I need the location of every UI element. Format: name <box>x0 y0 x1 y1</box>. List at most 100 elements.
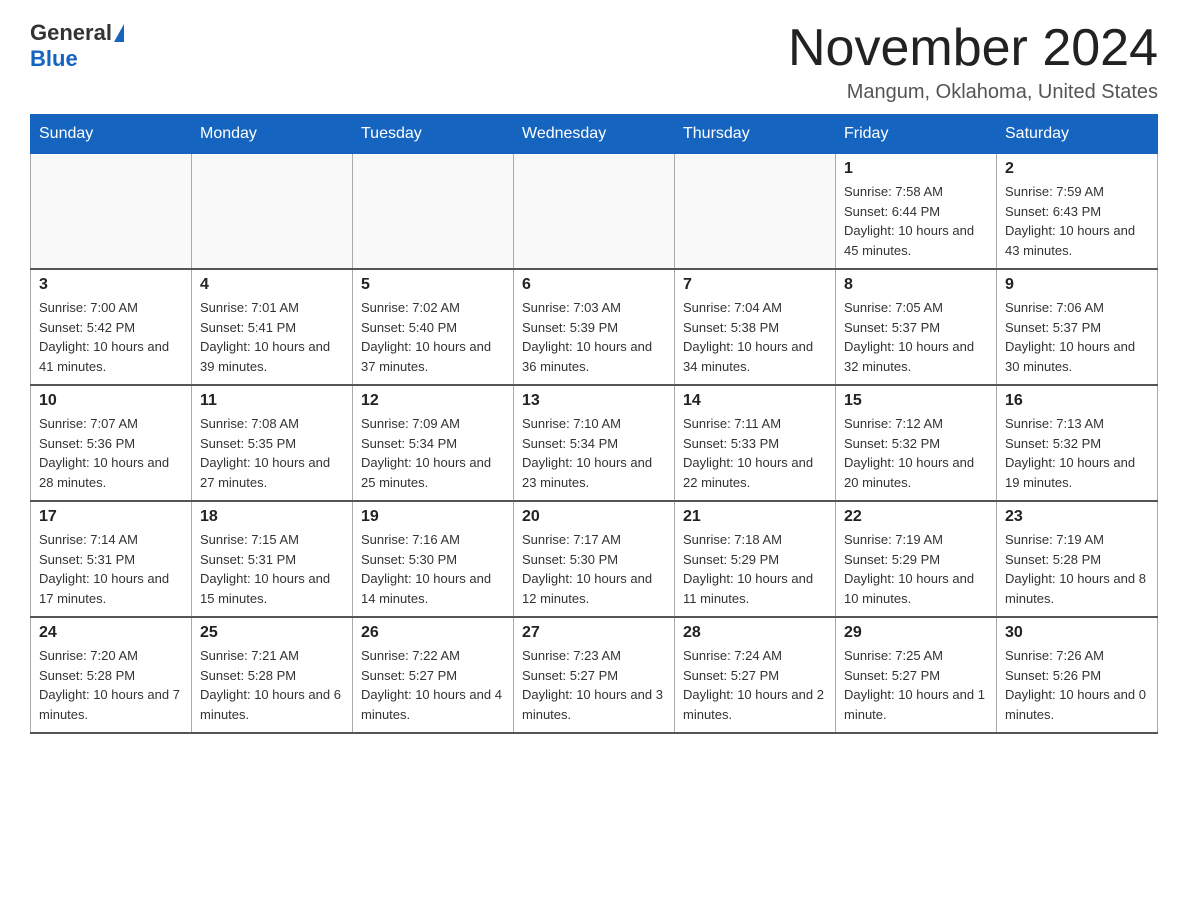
day-number: 6 <box>522 276 666 294</box>
day-number: 22 <box>844 508 988 526</box>
location-text: Mangum, Oklahoma, United States <box>788 81 1158 104</box>
calendar-day-cell: 20 Sunrise: 7:17 AMSunset: 5:30 PMDayligh… <box>514 501 675 617</box>
day-of-week-header: Monday <box>192 115 353 154</box>
calendar-day-cell: 25Sunrise: 7:21 AMSunset: 5:28 PMDayligh… <box>192 617 353 733</box>
day-number: 11 <box>200 392 344 410</box>
day-number: 27 <box>522 624 666 642</box>
day-info: Sunrise: 7:07 AMSunset: 5:36 PMDaylight:… <box>39 414 183 492</box>
calendar-day-cell: 27 Sunrise: 7:23 AMSunset: 5:27 PMDayligh… <box>514 617 675 733</box>
calendar-day-cell <box>353 154 514 270</box>
calendar-day-cell: 10 Sunrise: 7:07 AMSunset: 5:36 PMDayligh… <box>31 385 192 501</box>
day-of-week-header: Saturday <box>997 115 1158 154</box>
day-number: 30 <box>1005 624 1149 642</box>
calendar-day-cell: 2 Sunrise: 7:59 AMSunset: 6:43 PMDaylight… <box>997 154 1158 270</box>
day-number: 7 <box>683 276 827 294</box>
day-number: 18 <box>200 508 344 526</box>
logo-blue-text: Blue <box>30 46 78 72</box>
calendar-day-cell: 9 Sunrise: 7:06 AMSunset: 5:37 PMDaylight… <box>997 269 1158 385</box>
day-number: 16 <box>1005 392 1149 410</box>
day-info: Sunrise: 7:24 AMSunset: 5:27 PMDaylight:… <box>683 646 827 724</box>
day-info: Sunrise: 7:58 AMSunset: 6:44 PMDaylight:… <box>844 182 988 260</box>
day-info: Sunrise: 7:18 AMSunset: 5:29 PMDaylight:… <box>683 530 827 608</box>
calendar-day-cell: 29 Sunrise: 7:25 AMSunset: 5:27 PMDayligh… <box>836 617 997 733</box>
day-number: 8 <box>844 276 988 294</box>
day-info: Sunrise: 7:23 AMSunset: 5:27 PMDaylight:… <box>522 646 666 724</box>
day-number: 5 <box>361 276 505 294</box>
calendar-day-cell <box>675 154 836 270</box>
calendar-day-cell: 26 Sunrise: 7:22 AMSunset: 5:27 PMDayligh… <box>353 617 514 733</box>
calendar-day-cell: 19 Sunrise: 7:16 AMSunset: 5:30 PMDayligh… <box>353 501 514 617</box>
day-number: 13 <box>522 392 666 410</box>
day-info: Sunrise: 7:17 AMSunset: 5:30 PMDaylight:… <box>522 530 666 608</box>
day-info: Sunrise: 7:14 AMSunset: 5:31 PMDaylight:… <box>39 530 183 608</box>
logo: General Blue <box>30 20 124 72</box>
calendar-day-cell: 24 Sunrise: 7:20 AMSunset: 5:28 PMDayligh… <box>31 617 192 733</box>
title-section: November 2024 Mangum, Oklahoma, United S… <box>788 20 1158 104</box>
day-number: 3 <box>39 276 183 294</box>
calendar-day-cell: 13 Sunrise: 7:10 AMSunset: 5:34 PMDayligh… <box>514 385 675 501</box>
day-number: 9 <box>1005 276 1149 294</box>
day-info: Sunrise: 7:26 AMSunset: 5:26 PMDaylight:… <box>1005 646 1149 724</box>
day-info: Sunrise: 7:11 AMSunset: 5:33 PMDaylight:… <box>683 414 827 492</box>
calendar-day-cell: 14 Sunrise: 7:11 AMSunset: 5:33 PMDayligh… <box>675 385 836 501</box>
calendar-day-cell: 15Sunrise: 7:12 AMSunset: 5:32 PMDayligh… <box>836 385 997 501</box>
calendar-week-row: 24 Sunrise: 7:20 AMSunset: 5:28 PMDayligh… <box>31 617 1158 733</box>
calendar-day-cell: 8Sunrise: 7:05 AMSunset: 5:37 PMDaylight… <box>836 269 997 385</box>
logo-triangle-icon <box>114 24 124 42</box>
day-info: Sunrise: 7:20 AMSunset: 5:28 PMDaylight:… <box>39 646 183 724</box>
day-info: Sunrise: 7:02 AMSunset: 5:40 PMDaylight:… <box>361 298 505 376</box>
calendar-day-cell: 18Sunrise: 7:15 AMSunset: 5:31 PMDayligh… <box>192 501 353 617</box>
calendar-day-cell: 16 Sunrise: 7:13 AMSunset: 5:32 PMDayligh… <box>997 385 1158 501</box>
calendar-day-cell: 11 Sunrise: 7:08 AMSunset: 5:35 PMDayligh… <box>192 385 353 501</box>
page-header: General Blue November 2024 Mangum, Oklah… <box>30 20 1158 104</box>
calendar-day-cell: 28 Sunrise: 7:24 AMSunset: 5:27 PMDayligh… <box>675 617 836 733</box>
day-of-week-header: Wednesday <box>514 115 675 154</box>
calendar-day-cell <box>192 154 353 270</box>
logo-general-text: General <box>30 20 124 46</box>
day-number: 26 <box>361 624 505 642</box>
day-info: Sunrise: 7:06 AMSunset: 5:37 PMDaylight:… <box>1005 298 1149 376</box>
calendar-day-cell: 6 Sunrise: 7:03 AMSunset: 5:39 PMDaylight… <box>514 269 675 385</box>
day-of-week-header: Tuesday <box>353 115 514 154</box>
day-of-week-header: Sunday <box>31 115 192 154</box>
day-number: 20 <box>522 508 666 526</box>
calendar-day-cell: 4 Sunrise: 7:01 AMSunset: 5:41 PMDaylight… <box>192 269 353 385</box>
day-number: 19 <box>361 508 505 526</box>
day-number: 21 <box>683 508 827 526</box>
day-info: Sunrise: 7:10 AMSunset: 5:34 PMDaylight:… <box>522 414 666 492</box>
month-title: November 2024 <box>788 20 1158 77</box>
day-number: 24 <box>39 624 183 642</box>
day-info: Sunrise: 7:19 AMSunset: 5:29 PMDaylight:… <box>844 530 988 608</box>
day-info: Sunrise: 7:09 AMSunset: 5:34 PMDaylight:… <box>361 414 505 492</box>
day-number: 2 <box>1005 160 1149 178</box>
day-of-week-header: Friday <box>836 115 997 154</box>
day-of-week-header: Thursday <box>675 115 836 154</box>
logo-general-word: General <box>30 20 112 46</box>
day-number: 1 <box>844 160 988 178</box>
day-info: Sunrise: 7:00 AMSunset: 5:42 PMDaylight:… <box>39 298 183 376</box>
day-info: Sunrise: 7:19 AMSunset: 5:28 PMDaylight:… <box>1005 530 1149 608</box>
day-number: 14 <box>683 392 827 410</box>
day-info: Sunrise: 7:03 AMSunset: 5:39 PMDaylight:… <box>522 298 666 376</box>
calendar-day-cell: 21 Sunrise: 7:18 AMSunset: 5:29 PMDayligh… <box>675 501 836 617</box>
day-number: 10 <box>39 392 183 410</box>
day-info: Sunrise: 7:13 AMSunset: 5:32 PMDaylight:… <box>1005 414 1149 492</box>
day-number: 28 <box>683 624 827 642</box>
calendar-week-row: 10 Sunrise: 7:07 AMSunset: 5:36 PMDayligh… <box>31 385 1158 501</box>
calendar-header-row: SundayMondayTuesdayWednesdayThursdayFrid… <box>31 115 1158 154</box>
calendar-day-cell: 22 Sunrise: 7:19 AMSunset: 5:29 PMDayligh… <box>836 501 997 617</box>
day-info: Sunrise: 7:01 AMSunset: 5:41 PMDaylight:… <box>200 298 344 376</box>
calendar-day-cell: 23Sunrise: 7:19 AMSunset: 5:28 PMDayligh… <box>997 501 1158 617</box>
calendar-day-cell <box>514 154 675 270</box>
calendar-day-cell: 7Sunrise: 7:04 AMSunset: 5:38 PMDaylight… <box>675 269 836 385</box>
day-info: Sunrise: 7:25 AMSunset: 5:27 PMDaylight:… <box>844 646 988 724</box>
day-number: 15 <box>844 392 988 410</box>
day-info: Sunrise: 7:16 AMSunset: 5:30 PMDaylight:… <box>361 530 505 608</box>
day-number: 4 <box>200 276 344 294</box>
day-number: 12 <box>361 392 505 410</box>
day-number: 29 <box>844 624 988 642</box>
calendar-week-row: 17Sunrise: 7:14 AMSunset: 5:31 PMDayligh… <box>31 501 1158 617</box>
day-info: Sunrise: 7:59 AMSunset: 6:43 PMDaylight:… <box>1005 182 1149 260</box>
day-info: Sunrise: 7:08 AMSunset: 5:35 PMDaylight:… <box>200 414 344 492</box>
day-info: Sunrise: 7:22 AMSunset: 5:27 PMDaylight:… <box>361 646 505 724</box>
